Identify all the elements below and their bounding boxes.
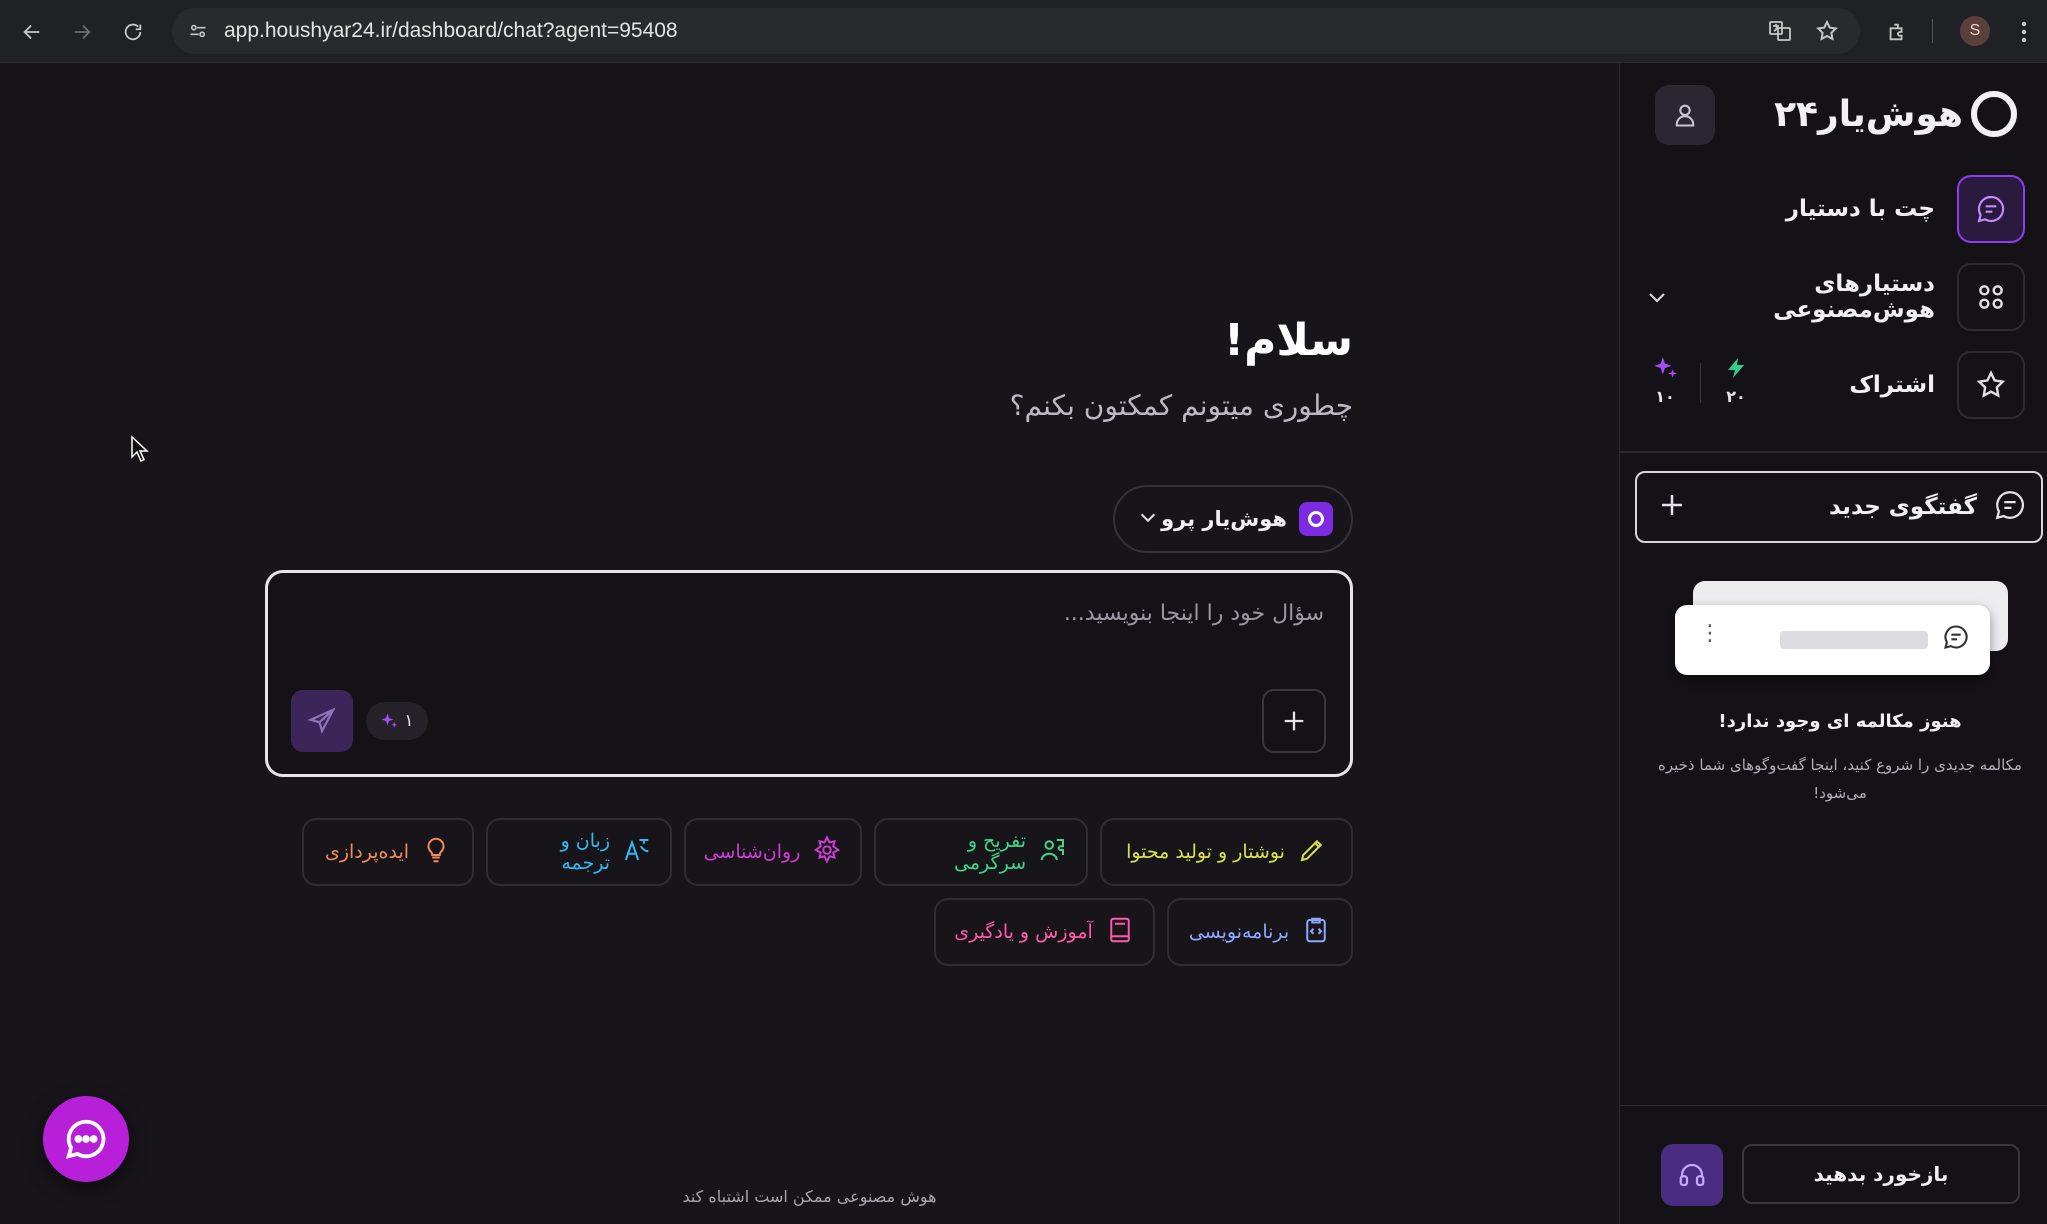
chevron-down-icon [1137,506,1159,532]
bolt-credit: ۲۰ [1721,355,1751,406]
new-chat-label: گفتگوی جدید [1829,494,1977,520]
sparkle-icon [381,713,398,728]
stat-separator [1700,363,1701,403]
extensions-icon[interactable] [1880,15,1914,49]
chip-label: برنامه‌نویسی [1188,921,1290,943]
model-selector[interactable]: هوش‌یار پرو [1113,485,1353,553]
send-icon [307,707,336,734]
send-button[interactable] [291,690,353,752]
chevron-down-icon[interactable] [1645,285,1669,313]
greeting-subtitle: چطوری میتونم کمکتون بکنم؟ [1009,389,1353,422]
subscription-stats: ۱۰ ۲۰ [1650,355,1751,406]
bolt-count: ۲۰ [1726,387,1746,406]
chip-writing[interactable]: نوشتار و تولید محتوا [1100,818,1353,886]
chip-entertainment[interactable]: تفریح و سرگرمی [874,818,1088,886]
sidebar-item-chat[interactable]: چت با دستیار [1645,175,2025,243]
bookmark-star-icon[interactable] [1813,17,1841,45]
disclaimer-text: هوش مصنوعی ممکن است اشتباه کند [682,1187,937,1206]
plus-icon [1284,711,1304,731]
attach-button[interactable] [1262,689,1326,753]
empty-state-title: هنوز مکالمه ای وجود ندارد! [1718,711,1962,732]
sparkle-count: ۱۰ [1655,387,1675,406]
credit-pill: ۱ [366,702,428,740]
more-dots-icon: ⋮ [1699,621,1721,646]
code-clipboard-icon [1301,915,1331,950]
message-composer[interactable]: سؤال خود را اینجا بنویسید... ۱ [265,570,1353,777]
chip-translation[interactable]: زبان و ترجمه [486,818,672,886]
model-logo-icon [1299,502,1333,536]
greeting-title: سلام! [1224,315,1353,366]
sidebar-item-label: اشتراک [1849,372,1935,398]
chat-bubble-icon [1942,623,1970,655]
credit-count: ۱ [404,711,414,731]
back-icon[interactable] [15,15,49,49]
sparkle-credit: ۱۰ [1650,355,1680,406]
chat-main: سلام! چطوری میتونم کمکتون بکنم؟ هوش‌یار … [0,63,1619,1224]
url-text: app.houshyar24.ir/dashboard/chat?agent=9… [224,19,678,42]
chip-label: روان‌شناسی [703,841,801,863]
sidebar-divider [1620,1105,2047,1106]
site-info-icon[interactable] [184,17,212,45]
user-profile-button[interactable] [1655,85,1715,145]
bolt-icon [1728,358,1744,378]
translate-page-icon[interactable] [1766,17,1794,45]
lightbulb-icon [421,835,451,870]
chip-label: آموزش و یادگیری [954,921,1093,943]
support-button[interactable] [1661,1144,1723,1206]
chat-bubble-icon [66,1119,106,1159]
puzzle-people-icon [1038,835,1068,870]
star-icon [1957,351,2025,419]
reload-icon[interactable] [116,15,150,49]
chat-bubble-icon [1957,175,2025,243]
forward-icon[interactable] [65,15,99,49]
profile-avatar[interactable]: S [1960,16,1990,46]
plus-icon [1657,490,1687,524]
sidebar: هوش‌یار۲۴ چت با دستیار دستیارهای هوش‌مصن… [1619,63,2047,1224]
user-icon [1675,104,1695,127]
sidebar-item-assistants[interactable]: دستیارهای هوش‌مصنوعی [1645,263,2025,331]
feedback-button[interactable]: بازخورد بدهید [1742,1144,2020,1204]
support-chat-button[interactable] [43,1096,129,1182]
chat-bubble-icon [1993,488,2027,526]
logo-mark-icon [1971,91,2017,137]
chip-programming[interactable]: برنامه‌نویسی [1167,898,1353,966]
empty-state-illustration: ⋮ [1675,581,2010,681]
book-icon [1105,915,1135,950]
translate-icon [622,835,652,870]
sidebar-item-label: دستیارهای هوش‌مصنوعی [1773,271,1935,323]
grid-icon [1957,263,2025,331]
sidebar-item-label: چت با دستیار [1785,196,1935,222]
headset-icon [1679,1163,1705,1187]
model-label: هوش‌یار پرو [1161,507,1287,531]
chip-education[interactable]: آموزش و یادگیری [934,898,1155,966]
chip-label: نوشتار و تولید محتوا [1126,841,1285,863]
chip-label: زبان و ترجمه [560,830,610,874]
sparkle-icon [1654,357,1677,378]
browser-toolbar: app.houshyar24.ir/dashboard/chat?agent=9… [0,0,2047,63]
chip-label: تفریح و سرگرمی [954,830,1026,874]
menu-dots-icon[interactable] [2007,15,2041,49]
empty-state-description: مکالمه جدیدی را شروع کنید، اینجا گفت‌وگو… [1658,756,2022,802]
sidebar-divider [1620,451,2047,453]
chip-psychology[interactable]: روان‌شناسی [684,818,862,886]
chip-label: ایده‌پردازی [324,841,410,863]
logo-text: هوش‌یار۲۴ [1774,93,1963,135]
chip-ideation[interactable]: ایده‌پردازی [302,818,474,886]
pencil-icon [1297,835,1327,870]
brand-logo[interactable]: هوش‌یار۲۴ [1774,89,2017,139]
new-chat-button[interactable]: گفتگوی جدید [1635,471,2043,543]
gear-flower-icon [812,834,842,870]
toolbar-separator [1932,19,1933,43]
composer-input[interactable]: سؤال خود را اینجا بنویسید... [1064,601,1324,626]
address-bar[interactable]: app.houshyar24.ir/dashboard/chat?agent=9… [172,8,1860,54]
mouse-cursor-icon [130,435,150,467]
